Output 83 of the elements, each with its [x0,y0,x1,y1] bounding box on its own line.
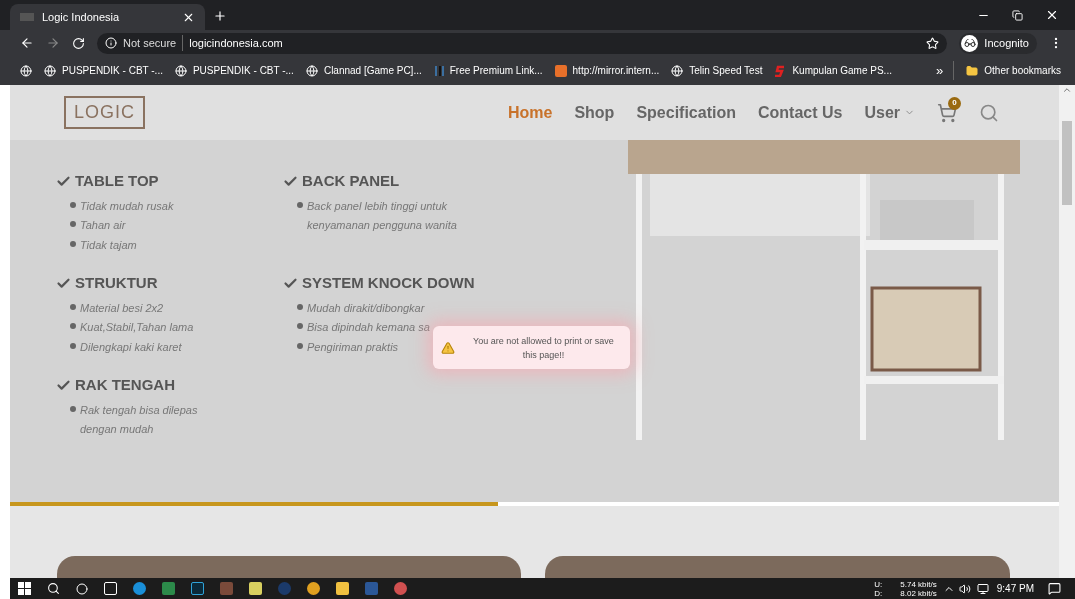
warning-icon [441,340,455,355]
download-label: D: [874,588,883,598]
favicon-icon [20,13,34,21]
back-icon[interactable] [20,36,34,50]
cart-icon[interactable] [937,102,957,123]
bars-icon [433,64,444,77]
bookmark-item[interactable]: Free Premium Link... [433,63,543,78]
incognito-icon [963,37,976,49]
notification-icon[interactable] [1048,582,1061,595]
feature-item: Tahan air [80,218,126,233]
feature-item: Rak tengah bisa dilepas dengan mudah [80,402,199,437]
globe-icon [20,64,32,77]
bookmark-item[interactable]: PUSPENDIK - CBT -... [44,63,163,78]
browser-tab[interactable]: Logic Indonesia [10,4,205,30]
restore-icon[interactable] [1012,9,1023,21]
bullet-icon [297,323,303,329]
info-icon [105,37,117,49]
feature-heading: BACK PANEL [302,171,400,191]
feature-item: Bisa dipindah kemana sa [307,320,430,335]
feature-heading: TABLE TOP [75,171,159,191]
feature-item: Tidak mudah rusak [80,198,174,214]
other-bookmarks[interactable]: Other bookmarks [966,63,1061,78]
bookmark-item[interactable]: Telin Speed Test [671,63,763,78]
site-icon [554,64,567,77]
bullet-icon [70,201,76,208]
search-icon[interactable] [47,582,60,595]
bullet-icon [70,405,76,412]
network-icon[interactable] [976,582,989,595]
task-view-icon[interactable] [104,582,117,595]
bookmark-item[interactable]: Clannad [Game PC]... [305,63,422,78]
windows-logo-icon[interactable] [18,582,31,595]
feature-item: Material besi 2x2 [80,300,164,316]
feature-item: Kuat,Stabil,Tahan lama [80,320,194,335]
nav-link[interactable]: Specification [636,100,736,125]
feature-heading: SYSTEM KNOCK DOWN [302,273,475,293]
globe-icon [174,64,187,77]
profile-button[interactable]: Incognito [959,32,1037,54]
url-text: logicindonesia.com [189,35,283,51]
bullet-icon [70,221,76,227]
app-icon[interactable] [394,582,407,595]
feature-heading: RAK TENGAH [75,375,175,395]
bullet-icon [297,342,303,349]
nav-link[interactable]: Shop [574,100,615,125]
nav-link[interactable]: Contact Us [757,100,843,125]
feature-item: Mudah dirakit/dibongkar [307,300,425,316]
globe-icon [671,64,684,77]
feature-item: Dilengkapi kaki karet [80,339,182,355]
bullet-icon [70,240,76,247]
address-bar[interactable]: Not secure logicindonesia.com [97,32,948,54]
feature-heading: STRUKTUR [75,273,158,293]
cart-count-badge: 0 [948,96,961,110]
bullet-icon [297,201,303,208]
globe-icon [44,64,56,77]
bookmark-item[interactable]: http://mirror.intern... [554,63,660,78]
logo-icon [774,64,787,77]
feature-item: Pengiriman praktis [307,339,399,355]
forward-icon[interactable] [46,36,60,50]
tab-title: Logic Indonesia [42,9,121,25]
bullet-icon [297,303,303,310]
bookmark-item[interactable]: Kumpulan Game PS... [774,63,892,78]
scrollbar-thumb[interactable] [1062,121,1072,205]
upload-label: U: [874,579,883,589]
bullet-icon [70,303,76,310]
bookmark-star-icon[interactable] [926,36,940,50]
scroll-up-icon[interactable] [1062,85,1072,95]
nav-link[interactable]: User [864,100,915,125]
bullet-icon [70,323,76,329]
toast-message: You are not allowed to print or save this page!! [472,334,615,362]
scrollbar[interactable] [1059,85,1075,578]
bookmarks-overflow[interactable]: » [936,60,955,81]
reload-icon[interactable] [72,36,85,50]
bullet-icon [70,342,76,349]
feature-item: Back panel lebih tinggi untuk kenyamanan pengguna wanita [307,198,458,233]
upload-speed: 5.74 kbit/s [900,579,937,589]
download-speed: 8.02 kbit/s [900,588,937,598]
close-icon[interactable] [1045,8,1059,22]
volume-icon[interactable] [958,582,971,595]
bookmark-item[interactable]: PUSPENDIK - CBT -... [174,63,294,78]
security-label: Not secure [123,34,184,52]
new-tab-icon[interactable] [213,9,227,23]
clock-time[interactable]: 9:47 PM [996,581,1034,596]
globe-icon [305,64,318,77]
feature-item: Tidak tajam [80,237,137,253]
